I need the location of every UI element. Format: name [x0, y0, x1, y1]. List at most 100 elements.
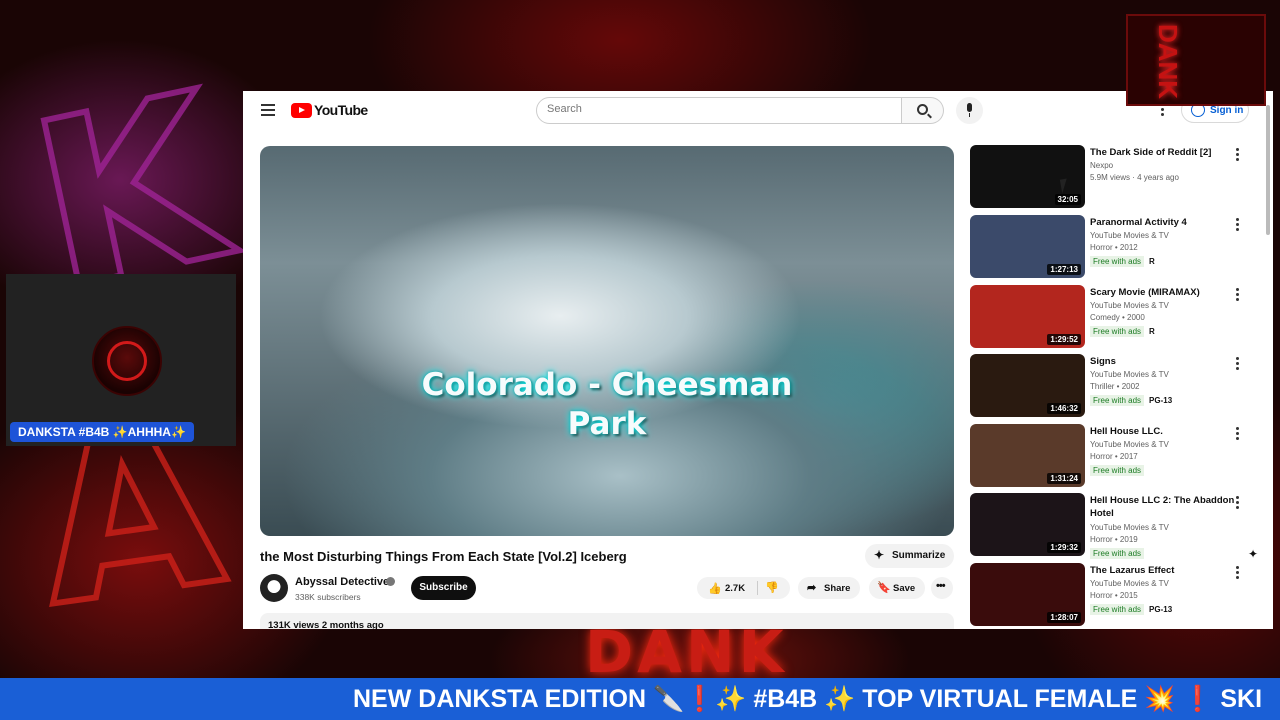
video-thumbnail[interactable]: 1:29:32 [970, 493, 1085, 556]
channel-avatar[interactable] [260, 574, 288, 602]
dank-logo-overlay: DANK [1126, 14, 1266, 106]
recommended-video-badges: Free with ads R [1090, 326, 1155, 337]
like-count[interactable]: 2.7K [725, 583, 745, 594]
video-duration: 32:05 [1054, 194, 1081, 205]
content-rating: PG-13 [1149, 605, 1173, 614]
recommended-video-title[interactable]: Hell House LLC. [1090, 425, 1245, 438]
recommended-video-meta: Horror • 2017 [1090, 452, 1138, 461]
more-options-icon[interactable] [1236, 496, 1240, 510]
more-options-icon[interactable] [1236, 148, 1240, 162]
recommended-video[interactable]: 32:05 The Dark Side of Reddit [2] Nexpo 5.9… [970, 143, 1260, 209]
subscribe-button[interactable]: Subscribe [411, 576, 476, 600]
content-rating: R [1149, 327, 1155, 336]
voice-search-button[interactable] [956, 97, 983, 124]
recommended-video[interactable]: 1:46:32 Signs YouTube Movies & TV Thriller … [970, 352, 1260, 418]
recommended-video-badges: Free with ads PG-13 [1090, 395, 1173, 406]
sparkle-icon[interactable]: ✦ [1248, 547, 1258, 561]
recommended-video-title[interactable]: The Dark Side of Reddit [2] [1090, 146, 1245, 159]
bookmark-icon: 🔖 [877, 582, 891, 594]
youtube-window: YouTube Sign in Colorado - Cheesman Park… [243, 91, 1273, 629]
more-actions-button[interactable]: ••• [931, 577, 953, 599]
recommended-video-badges: Free with ads R [1090, 256, 1155, 267]
video-thumbnail[interactable]: 1:31:24 [970, 424, 1085, 487]
free-with-ads-badge: Free with ads [1090, 326, 1145, 337]
content-rating: PG-13 [1149, 396, 1173, 405]
more-options-icon[interactable] [1236, 566, 1240, 580]
streamer-avatar [92, 326, 162, 396]
scrollbar[interactable] [1265, 95, 1271, 625]
recommended-video-channel: YouTube Movies & TV [1090, 579, 1169, 588]
video-title: the Most Disturbing Things From Each Sta… [260, 549, 627, 564]
recommended-video[interactable]: 1:27:13 Paranormal Activity 4 YouTube Movi… [970, 213, 1260, 279]
summarize-button[interactable]: ✦ Summarize [865, 544, 954, 568]
recommended-video[interactable]: 1:31:24 Hell House LLC. YouTube Movies & T… [970, 422, 1260, 488]
recommended-video-title[interactable]: Signs [1090, 355, 1245, 368]
youtube-logo[interactable]: YouTube [291, 102, 368, 118]
share-button[interactable]: ➦ Share [798, 577, 860, 599]
ticker-text: NEW DANKSTA EDITION 🔪❗✨ #B4B ✨ TOP VIRTU… [353, 685, 1263, 713]
video-thumbnail[interactable]: 1:46:32 [970, 354, 1085, 417]
youtube-logo-text: YouTube [314, 102, 368, 118]
thumbs-up-icon[interactable]: 👍 [708, 582, 722, 595]
video-duration: 1:31:24 [1047, 473, 1081, 484]
recommended-video[interactable]: 1:28:07 The Lazarus Effect YouTube Movies … [970, 561, 1260, 627]
sign-in-label: Sign in [1210, 105, 1244, 116]
video-duration: 1:28:07 [1047, 612, 1081, 623]
webcam-label: DANKSTA #B4B ✨AHHHA✨ [10, 422, 194, 442]
search-button[interactable] [902, 97, 944, 124]
free-with-ads-badge: Free with ads [1090, 604, 1145, 615]
description-box[interactable]: 131K views 2 months ago [260, 613, 954, 629]
dank-logo-text: DANK [1153, 23, 1184, 100]
microphone-icon [967, 103, 972, 112]
video-thumbnail[interactable]: 1:27:13 [970, 215, 1085, 278]
free-with-ads-badge: Free with ads [1090, 395, 1145, 406]
video-thumbnail[interactable]: 1:29:52 [970, 285, 1085, 348]
more-options-icon[interactable] [1236, 288, 1240, 302]
recommended-video-channel: YouTube Movies & TV [1090, 523, 1169, 532]
view-stats: 131K views 2 months ago [268, 620, 384, 629]
search-input[interactable] [547, 103, 847, 115]
recommended-video-title[interactable]: Paranormal Activity 4 [1090, 216, 1245, 229]
recommended-video[interactable]: 1:29:52 Scary Movie (MIRAMAX) YouTube Movi… [970, 283, 1260, 349]
recommended-video-meta: Comedy • 2000 [1090, 313, 1145, 322]
video-thumbnail[interactable]: 32:05 [970, 145, 1085, 208]
save-button[interactable]: 🔖 Save [869, 577, 925, 599]
recommended-video-title[interactable]: Hell House LLC 2: The Abaddon Hotel [1090, 494, 1245, 520]
recommended-video-channel: YouTube Movies & TV [1090, 301, 1169, 310]
video-duration: 1:29:52 [1047, 334, 1081, 345]
sparkle-icon: ✦ [874, 548, 885, 562]
more-options-icon[interactable] [1236, 357, 1240, 371]
recommended-video-channel: Nexpo [1090, 161, 1114, 170]
recommended-video-channel: YouTube Movies & TV [1090, 370, 1169, 379]
channel-name[interactable]: Abyssal Detective [295, 576, 389, 588]
free-with-ads-badge: Free with ads [1090, 548, 1145, 559]
recommended-video-title[interactable]: The Lazarus Effect [1090, 564, 1245, 577]
video-player[interactable]: Colorado - Cheesman Park [260, 146, 954, 536]
recommended-video[interactable]: 1:29:32 Hell House LLC 2: The Abaddon Hot… [970, 491, 1260, 559]
search-icon [917, 104, 928, 115]
recommended-video-channel: YouTube Movies & TV [1090, 440, 1169, 449]
youtube-play-logo-icon [291, 102, 312, 118]
thumbs-down-icon[interactable]: 👎 [765, 581, 779, 594]
recommended-video-title[interactable]: Scary Movie (MIRAMAX) [1090, 286, 1245, 299]
recommended-video-meta: Horror • 2015 [1090, 591, 1138, 600]
video-thumbnail[interactable]: 1:28:07 [970, 563, 1085, 626]
video-duration: 1:27:13 [1047, 264, 1081, 275]
save-label: Save [893, 583, 916, 594]
search-box [536, 97, 902, 124]
video-duration: 1:29:32 [1047, 542, 1081, 553]
recommended-video-meta: Thriller • 2002 [1090, 382, 1140, 391]
recommended-video-meta: 5.9M views · 4 years ago [1090, 173, 1179, 182]
recommended-video-badges: Free with ads [1090, 548, 1149, 559]
more-horizontal-icon: ••• [936, 580, 946, 592]
ticker-banner: NEW DANKSTA EDITION 🔪❗✨ #B4B ✨ TOP VIRTU… [0, 678, 1280, 720]
more-options-icon[interactable] [1236, 427, 1240, 441]
recommended-video-badges: Free with ads PG-13 [1090, 604, 1173, 615]
video-duration: 1:46:32 [1047, 403, 1081, 414]
hamburger-menu-icon[interactable] [261, 104, 275, 116]
recommended-video-meta: Horror • 2012 [1090, 243, 1138, 252]
more-options-icon[interactable] [1236, 218, 1240, 232]
summarize-label: Summarize [892, 550, 946, 561]
like-dislike-group: 👍 2.7K 👎 [697, 577, 790, 599]
share-icon: ➦ [807, 582, 817, 594]
